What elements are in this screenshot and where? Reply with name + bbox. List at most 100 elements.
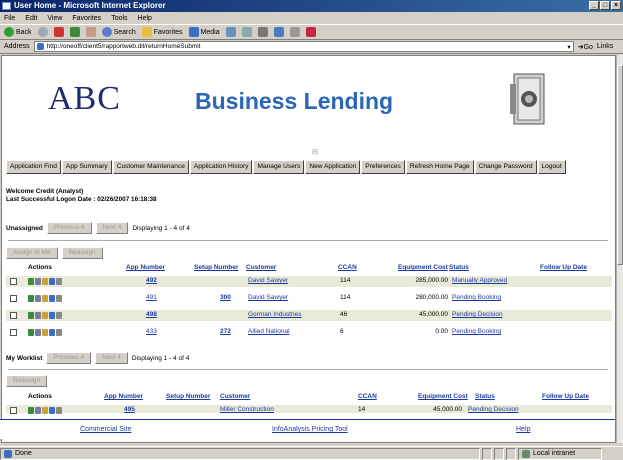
edit-icon[interactable]	[49, 329, 55, 336]
col-ccan[interactable]: CCAN	[358, 393, 377, 400]
customer-link[interactable]: Allied National	[248, 328, 290, 335]
assign-icon[interactable]	[28, 329, 34, 336]
document-icon[interactable]	[35, 329, 41, 336]
minimize-button[interactable]: _	[589, 1, 599, 10]
col-ccan[interactable]: CCAN	[338, 264, 357, 271]
nav-collapse-icon[interactable]: ⊟	[312, 148, 318, 156]
unassigned-reassign-button[interactable]: Reassign	[61, 247, 103, 259]
status-link[interactable]: Pending Decision	[452, 311, 503, 318]
chevron-down-icon[interactable]: ▾	[567, 43, 570, 51]
assign-icon[interactable]	[28, 278, 34, 285]
status-link[interactable]: Pending Booking	[452, 294, 501, 301]
menu-help[interactable]: Help	[138, 15, 152, 22]
worklist-reassign-button[interactable]: Reassign	[6, 375, 48, 387]
messenger-icon[interactable]	[305, 27, 316, 37]
edit-icon[interactable]	[273, 27, 284, 37]
app-number-link[interactable]: 491	[146, 294, 157, 301]
folder-icon[interactable]	[42, 278, 48, 285]
setup-number-link[interactable]: 300	[220, 294, 231, 301]
links-button[interactable]: Links	[597, 43, 613, 50]
col-app-number[interactable]: App Number	[126, 264, 165, 271]
col-customer[interactable]: Customer	[246, 264, 276, 271]
notes-icon[interactable]	[56, 312, 62, 319]
back-button[interactable]: Back	[4, 27, 32, 37]
new-application-button[interactable]: New Application	[305, 160, 361, 174]
search-button[interactable]: Search	[101, 27, 136, 37]
address-input[interactable]: http://oneoff/client5/rapportweb.dll/ret…	[33, 41, 574, 52]
customer-link[interactable]: Gorman Industries	[248, 311, 301, 318]
document-icon[interactable]	[35, 407, 41, 414]
edit-icon[interactable]	[49, 407, 55, 414]
manage-users-button[interactable]: Manage Users	[253, 160, 305, 174]
worklist-previous-button[interactable]: Previous 4	[46, 352, 92, 364]
col-follow-up-date[interactable]: Follow Up Date	[540, 264, 587, 271]
menu-file[interactable]: File	[4, 15, 15, 22]
edit-icon[interactable]	[49, 278, 55, 285]
status-link[interactable]: Pending Booking	[452, 328, 501, 335]
col-setup-number[interactable]: Setup Number	[166, 393, 210, 400]
document-icon[interactable]	[35, 312, 41, 319]
col-follow-up-date[interactable]: Follow Up Date	[542, 393, 589, 400]
row-checkbox[interactable]	[10, 312, 17, 319]
refresh-icon[interactable]	[69, 27, 80, 37]
stop-icon[interactable]	[53, 27, 64, 37]
infoanalysis-link[interactable]: InfoAnalysis Pricing Tool	[272, 426, 348, 433]
app-summary-button[interactable]: App Summary	[61, 160, 112, 174]
row-checkbox[interactable]	[10, 329, 17, 336]
menu-tools[interactable]: Tools	[111, 15, 127, 22]
row-checkbox[interactable]	[10, 278, 17, 285]
app-number-link[interactable]: 433	[146, 328, 157, 335]
customer-maintenance-button[interactable]: Customer Maintenance	[112, 160, 189, 174]
media-button[interactable]: Media	[188, 27, 220, 37]
discuss-icon[interactable]	[289, 27, 300, 37]
unassigned-next-button[interactable]: Next 4	[95, 222, 129, 234]
notes-icon[interactable]	[56, 295, 62, 302]
go-button[interactable]: ➜Go	[578, 43, 593, 51]
close-button[interactable]: ×	[611, 1, 621, 10]
notes-icon[interactable]	[56, 329, 62, 336]
help-link[interactable]: Help	[516, 426, 530, 433]
status-link[interactable]: Manually Approved	[452, 277, 507, 284]
mail-icon[interactable]	[241, 27, 252, 37]
favorites-button[interactable]: Favorites	[141, 27, 183, 37]
history-icon[interactable]	[225, 27, 236, 37]
home-icon[interactable]	[85, 27, 96, 37]
edit-icon[interactable]	[49, 295, 55, 302]
logout-button[interactable]: Logout	[537, 160, 566, 174]
col-customer[interactable]: Customer	[220, 393, 250, 400]
notes-icon[interactable]	[56, 407, 62, 414]
assign-to-me-button[interactable]: Assign to Me	[6, 247, 58, 259]
app-number-link[interactable]: 498	[146, 311, 157, 318]
folder-icon[interactable]	[42, 407, 48, 414]
document-icon[interactable]	[35, 278, 41, 285]
row-checkbox[interactable]	[10, 407, 17, 414]
scrollbar-thumb[interactable]	[617, 65, 623, 265]
col-equipment-cost[interactable]: Equipment Cost	[398, 264, 448, 271]
menu-edit[interactable]: Edit	[25, 15, 37, 22]
document-icon[interactable]	[35, 295, 41, 302]
assign-icon[interactable]	[28, 295, 34, 302]
application-find-button[interactable]: Application Find	[6, 160, 61, 174]
assign-icon[interactable]	[28, 407, 34, 414]
menu-view[interactable]: View	[47, 15, 62, 22]
col-status[interactable]: Status	[475, 393, 495, 400]
app-number-link[interactable]: 495	[124, 406, 135, 413]
assign-icon[interactable]	[28, 312, 34, 319]
vertical-scrollbar[interactable]	[616, 55, 623, 443]
refresh-home-page-button[interactable]: Refresh Home Page	[405, 160, 474, 174]
folder-icon[interactable]	[42, 312, 48, 319]
col-app-number[interactable]: App Number	[104, 393, 143, 400]
customer-link[interactable]: Miller Construction	[220, 406, 274, 413]
customer-link[interactable]: David Sawyer	[248, 294, 288, 301]
preferences-button[interactable]: Preferences	[361, 160, 405, 174]
edit-icon[interactable]	[49, 312, 55, 319]
print-icon[interactable]	[257, 27, 268, 37]
maximize-button[interactable]: □	[600, 1, 610, 10]
folder-icon[interactable]	[42, 329, 48, 336]
application-history-button[interactable]: Application History	[189, 160, 253, 174]
commercial-site-link[interactable]: Commercial Site	[80, 426, 131, 433]
notes-icon[interactable]	[56, 278, 62, 285]
row-checkbox[interactable]	[10, 295, 17, 302]
status-link[interactable]: Pending Decision	[468, 406, 519, 413]
forward-arrow-icon[interactable]	[37, 27, 48, 37]
